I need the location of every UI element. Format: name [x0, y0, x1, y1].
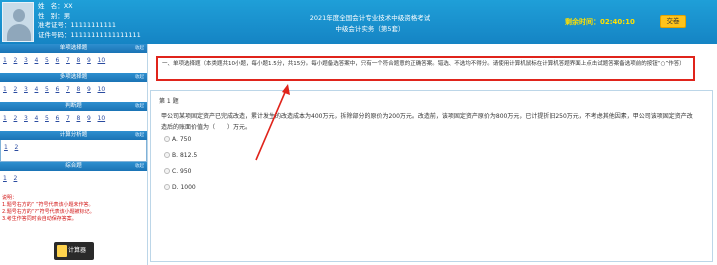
question-link[interactable]: 8 — [77, 115, 88, 122]
question-link[interactable]: 1 — [4, 144, 15, 151]
question-link[interactable]: 5 — [45, 115, 56, 122]
question-link[interactable]: 4 — [35, 86, 46, 93]
question-link[interactable]: 2 — [14, 86, 25, 93]
instructions-note: 说明： 1.题号右方的“ ”符号代表该小题未作答。 2.题号右方的“?”符号代表… — [2, 195, 95, 222]
exam-title-line2: 中级会计实务（第5套） — [335, 25, 405, 33]
candidate-admission-row: 准考证号：11111111111 — [38, 21, 117, 29]
question-link[interactable]: 8 — [77, 86, 88, 93]
section-title: 判断题 — [65, 103, 82, 109]
collapse-toggle[interactable]: 收起 — [135, 44, 144, 53]
question-link[interactable]: 2 — [14, 115, 25, 122]
exam-title: 2021年度全国会计专业技术中级资格考试 中级会计实务（第5套） — [300, 13, 440, 35]
calculator-button[interactable]: 计算器 — [54, 242, 94, 260]
question-area: 一、单项选择题（本类题共10小题，每小题1.5分，共15分。每小题备选答案中，只… — [149, 44, 717, 265]
question-link[interactable]: 4 — [35, 57, 46, 64]
question-link[interactable]: 9 — [87, 115, 98, 122]
exam-title-line1: 2021年度全国会计专业技术中级资格考试 — [309, 14, 431, 22]
option-d[interactable]: D. 1000 — [164, 184, 197, 200]
question-link[interactable]: 7 — [66, 86, 77, 93]
exam-header: 姓 名：XX 性 别：男 准考证号：11111111111 证件号码：11111… — [0, 0, 717, 44]
collapse-toggle[interactable]: 收起 — [135, 102, 144, 111]
question-link[interactable]: 8 — [77, 57, 88, 64]
candidate-gender-row: 性 别：男 — [38, 11, 71, 20]
collapse-toggle[interactable]: 收起 — [135, 131, 144, 140]
collapse-toggle[interactable]: 收起 — [135, 162, 144, 171]
section-header[interactable]: 判断题 收起 — [0, 102, 147, 111]
question-link[interactable]: 3 — [24, 86, 35, 93]
section-title: 单项选择题 — [59, 45, 88, 51]
question-link[interactable]: 5 — [45, 86, 56, 93]
candidate-id-row: 证件号码：11111111111111111 — [38, 30, 141, 39]
option-c[interactable]: C. 950 — [164, 168, 197, 184]
option-b[interactable]: B. 812.5 — [164, 152, 197, 168]
question-number-list: 1 2 3 4 5 6 7 8 9 10 — [0, 111, 147, 131]
question-link[interactable]: 6 — [56, 115, 67, 122]
section-header[interactable]: 单项选择题 收起 — [0, 44, 147, 53]
question-link[interactable]: 9 — [87, 57, 98, 64]
radio-button[interactable] — [164, 136, 170, 142]
question-link[interactable]: 10 — [98, 115, 109, 122]
candidate-photo — [2, 2, 34, 42]
timer-label: 剩余时间： — [565, 18, 600, 26]
candidate-name: XX — [63, 2, 73, 10]
section-title: 多项选择题 — [59, 74, 88, 80]
candidate-info: 姓 名：XX 性 别：男 准考证号：11111111111 证件号码：11111… — [38, 2, 141, 40]
question-link[interactable]: 3 — [24, 115, 35, 122]
radio-button[interactable] — [164, 184, 170, 190]
question-number: 第 1 题 — [159, 98, 179, 105]
candidate-admission-no: 11111111111 — [70, 21, 117, 29]
collapse-toggle[interactable]: 收起 — [135, 73, 144, 82]
section-header[interactable]: 计算分析题 收起 — [0, 131, 147, 140]
question-link[interactable]: 2 — [14, 175, 25, 182]
answer-options: A. 750 B. 812.5 C. 950 D. 1000 — [164, 136, 197, 200]
question-link[interactable]: 2 — [14, 57, 25, 64]
candidate-name-row: 姓 名：XX — [38, 2, 73, 10]
question-number-list: 12 — [0, 140, 147, 162]
submit-exam-button[interactable]: 交卷 — [660, 15, 686, 28]
question-text: 甲公司某项固定资产已完成改造，累计发生的改造成本为400万元，拆除部分的原价为2… — [161, 113, 693, 131]
question-panel: 第 1 题 甲公司某项固定资产已完成改造，累计发生的改造成本为400万元，拆除部… — [150, 90, 713, 262]
question-link[interactable]: 7 — [66, 115, 77, 122]
question-number-list: 1 2 3 4 5 6 7 8 9 10 — [0, 82, 147, 102]
candidate-id-no: 11111111111111111 — [70, 30, 141, 39]
question-navigator: 单项选择题 收起 1 2 3 4 5 6 7 8 9 10 多项选择题 收起 1 2 3 4 5 6 7 8 9 10 判断题收… — [0, 44, 148, 265]
question-link[interactable]: 3 — [24, 57, 35, 64]
question-link[interactable]: 1 — [3, 57, 14, 64]
question-link[interactable]: 1 — [3, 175, 14, 182]
question-link[interactable]: 2 — [15, 144, 26, 151]
question-link[interactable]: 5 — [45, 57, 56, 64]
timer-value: 02:40:10 — [600, 18, 635, 26]
question-number-list: 1 2 3 4 5 6 7 8 9 10 — [0, 53, 147, 73]
question-link[interactable]: 10 — [98, 57, 109, 64]
section-header[interactable]: 多项选择题 收起 — [0, 73, 147, 82]
question-link[interactable]: 1 — [3, 86, 14, 93]
section-title: 综合题 — [65, 163, 82, 169]
calculator-icon — [57, 245, 67, 257]
question-number-list: 12 — [0, 171, 147, 191]
question-link[interactable]: 4 — [35, 115, 46, 122]
section-instruction: 一、单项选择题（本类题共10小题，每小题1.5分，共15分。每小题备选答案中，只… — [156, 56, 695, 81]
question-link[interactable]: 7 — [66, 57, 77, 64]
section-header[interactable]: 综合题 收起 — [0, 162, 147, 171]
question-link[interactable]: 9 — [87, 86, 98, 93]
question-link[interactable]: 1 — [3, 115, 14, 122]
section-title: 计算分析题 — [59, 132, 88, 138]
question-link[interactable]: 10 — [98, 86, 109, 93]
radio-button[interactable] — [164, 168, 170, 174]
radio-button[interactable] — [164, 152, 170, 158]
countdown-timer: 剩余时间：02:40:10 — [565, 17, 635, 27]
candidate-gender: 男 — [63, 11, 71, 20]
question-link[interactable]: 6 — [56, 57, 67, 64]
question-link[interactable]: 6 — [56, 86, 67, 93]
option-a[interactable]: A. 750 — [164, 136, 197, 152]
